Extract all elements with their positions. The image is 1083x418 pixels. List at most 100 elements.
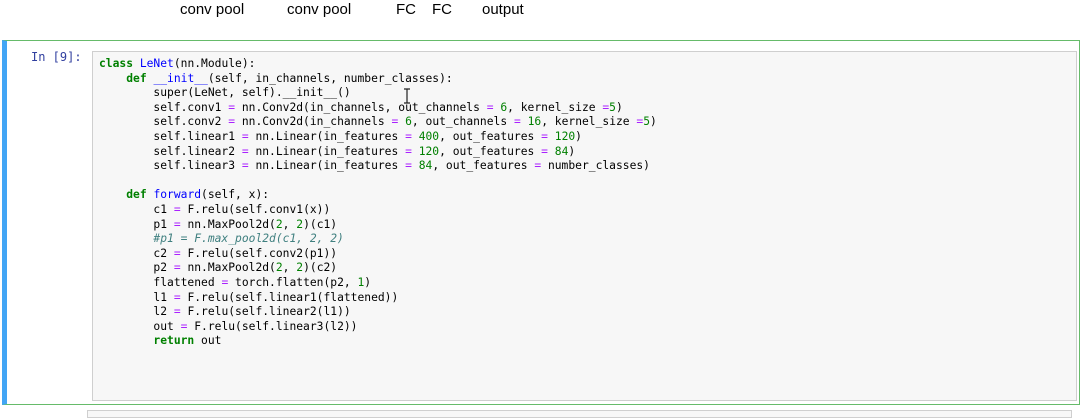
code-line: l1 = F.relu(self.linear1(flattened)) (99, 291, 398, 304)
code-token: ) (575, 129, 582, 143)
code-editor[interactable]: class LeNet(nn.Module): def __init__(sel… (92, 51, 1077, 401)
code-token: , kernel_size (541, 115, 637, 129)
code-token: (self, in_channels, number_classes): (207, 71, 453, 85)
code-token: c1 (99, 202, 174, 216)
code-line: l2 = F.relu(self.linear2(l1)) (99, 305, 351, 319)
code-token: ) (650, 115, 657, 129)
label-fc-1: FC (396, 1, 416, 18)
cell-prompt: In [9]: (31, 50, 82, 64)
code-token: __init__ (282, 86, 338, 100)
code-token: super(LeNet, self). (99, 86, 283, 100)
code-token: )(c2) (303, 261, 338, 275)
code-token: () (337, 86, 351, 100)
code-line: def forward(self, x): (99, 188, 269, 201)
code-token: ) (568, 144, 576, 158)
code-token: nn.Linear(in_features (248, 159, 406, 173)
code-token: flattened (99, 275, 222, 289)
code-token: 5 (643, 115, 651, 129)
code-cell[interactable]: In [9]: class LeNet(nn.Module): def __in… (2, 40, 1080, 405)
code-token: = (241, 144, 249, 158)
code-token: F.relu(self.linear2(l1)) (180, 305, 351, 319)
code-token: F.relu(self.linear1(flattened)) (180, 290, 399, 304)
code-token: self.linear3 (99, 159, 242, 173)
code-token: = (173, 305, 181, 319)
code-token: , out_features (439, 144, 542, 158)
code-line: out = F.relu(self.linear3(l2)) (99, 320, 357, 333)
code-token: , out_features (432, 159, 535, 173)
code-token: F.relu(self.conv2(p1)) (180, 246, 338, 260)
code-line: super(LeNet, self).__init__() (99, 86, 351, 100)
code-token: (nn.Module): (173, 57, 256, 70)
code-token: nn.Conv2d(in_channels (235, 115, 392, 129)
code-token: (self, x): (201, 188, 270, 202)
code-text[interactable]: class LeNet(nn.Module): def __init__(sel… (99, 57, 657, 349)
code-line: p1 = nn.MaxPool2d(2, 2)(c1) (99, 218, 337, 231)
code-token: l2 (99, 305, 174, 319)
code-token: def (126, 188, 147, 202)
code-token: ) (615, 100, 623, 114)
code-token: , kernel_size (507, 100, 603, 114)
code-token: = (541, 129, 548, 143)
code-token: 6 (405, 115, 412, 129)
code-token: = (405, 144, 412, 158)
text-cursor-icon (404, 88, 410, 104)
code-token: = (513, 115, 521, 129)
code-token: 120 (418, 144, 440, 158)
code-token: = (405, 129, 412, 143)
code-token: = (173, 290, 181, 304)
code-token: torch.flatten(p2, (228, 275, 358, 289)
code-token: 2 (275, 217, 283, 231)
code-line: class LeNet(nn.Module): (99, 57, 255, 70)
code-token: LeNet (139, 57, 174, 70)
code-token: number_classes) (541, 159, 650, 173)
code-token: = (173, 246, 181, 260)
code-token: p2 (99, 261, 174, 275)
code-token: forward (153, 188, 202, 202)
code-token: nn.Linear(in_features (248, 144, 406, 158)
code-token: p1 (99, 217, 174, 231)
code-token: def (126, 71, 147, 85)
code-token: 84 (418, 159, 433, 173)
code-line: c1 = F.relu(self.conv1(x)) (99, 203, 330, 216)
code-token: ) (364, 275, 372, 289)
code-token: )(c1) (303, 217, 338, 231)
code-token: = (173, 202, 181, 216)
code-token: out (99, 319, 181, 333)
label-conv-pool-1: conv pool (180, 1, 245, 18)
code-token: 5 (609, 100, 616, 114)
code-token: self.linear1 (99, 129, 242, 143)
code-token: 120 (554, 129, 576, 143)
code-token: F.relu(self.linear3(l2)) (187, 319, 358, 333)
code-line: p2 = nn.MaxPool2d(2, 2)(c2) (99, 261, 337, 274)
code-token: return (153, 334, 195, 348)
code-line: self.linear1 = nn.Linear(in_features = 4… (99, 130, 582, 143)
code-token: , (282, 217, 297, 231)
code-token: F.relu(self.conv1(x)) (180, 202, 331, 216)
code-line: #p1 = F.max_pool2d(c1, 2, 2) (99, 232, 343, 245)
code-token: self.conv1 (99, 100, 229, 114)
code-token: class (99, 57, 134, 70)
code-token: __init__ (153, 71, 208, 85)
code-line: self.conv2 = nn.Conv2d(in_channels = 6, … (99, 115, 657, 129)
code-token: = (486, 100, 494, 114)
label-fc-2: FC (432, 1, 452, 18)
code-token: c2 (99, 246, 174, 260)
code-token: 84 (554, 144, 569, 158)
next-code-cell[interactable] (87, 410, 1072, 418)
label-conv-pool-2: conv pool (287, 1, 352, 18)
code-token: = (541, 144, 548, 158)
code-token: = (173, 217, 181, 231)
code-token: l1 (99, 290, 174, 304)
code-token: self.conv2 (99, 115, 229, 129)
code-token: , out_features (439, 129, 542, 143)
code-line: self.linear3 = nn.Linear(in_features = 8… (99, 159, 650, 172)
code-token: 400 (418, 129, 440, 143)
